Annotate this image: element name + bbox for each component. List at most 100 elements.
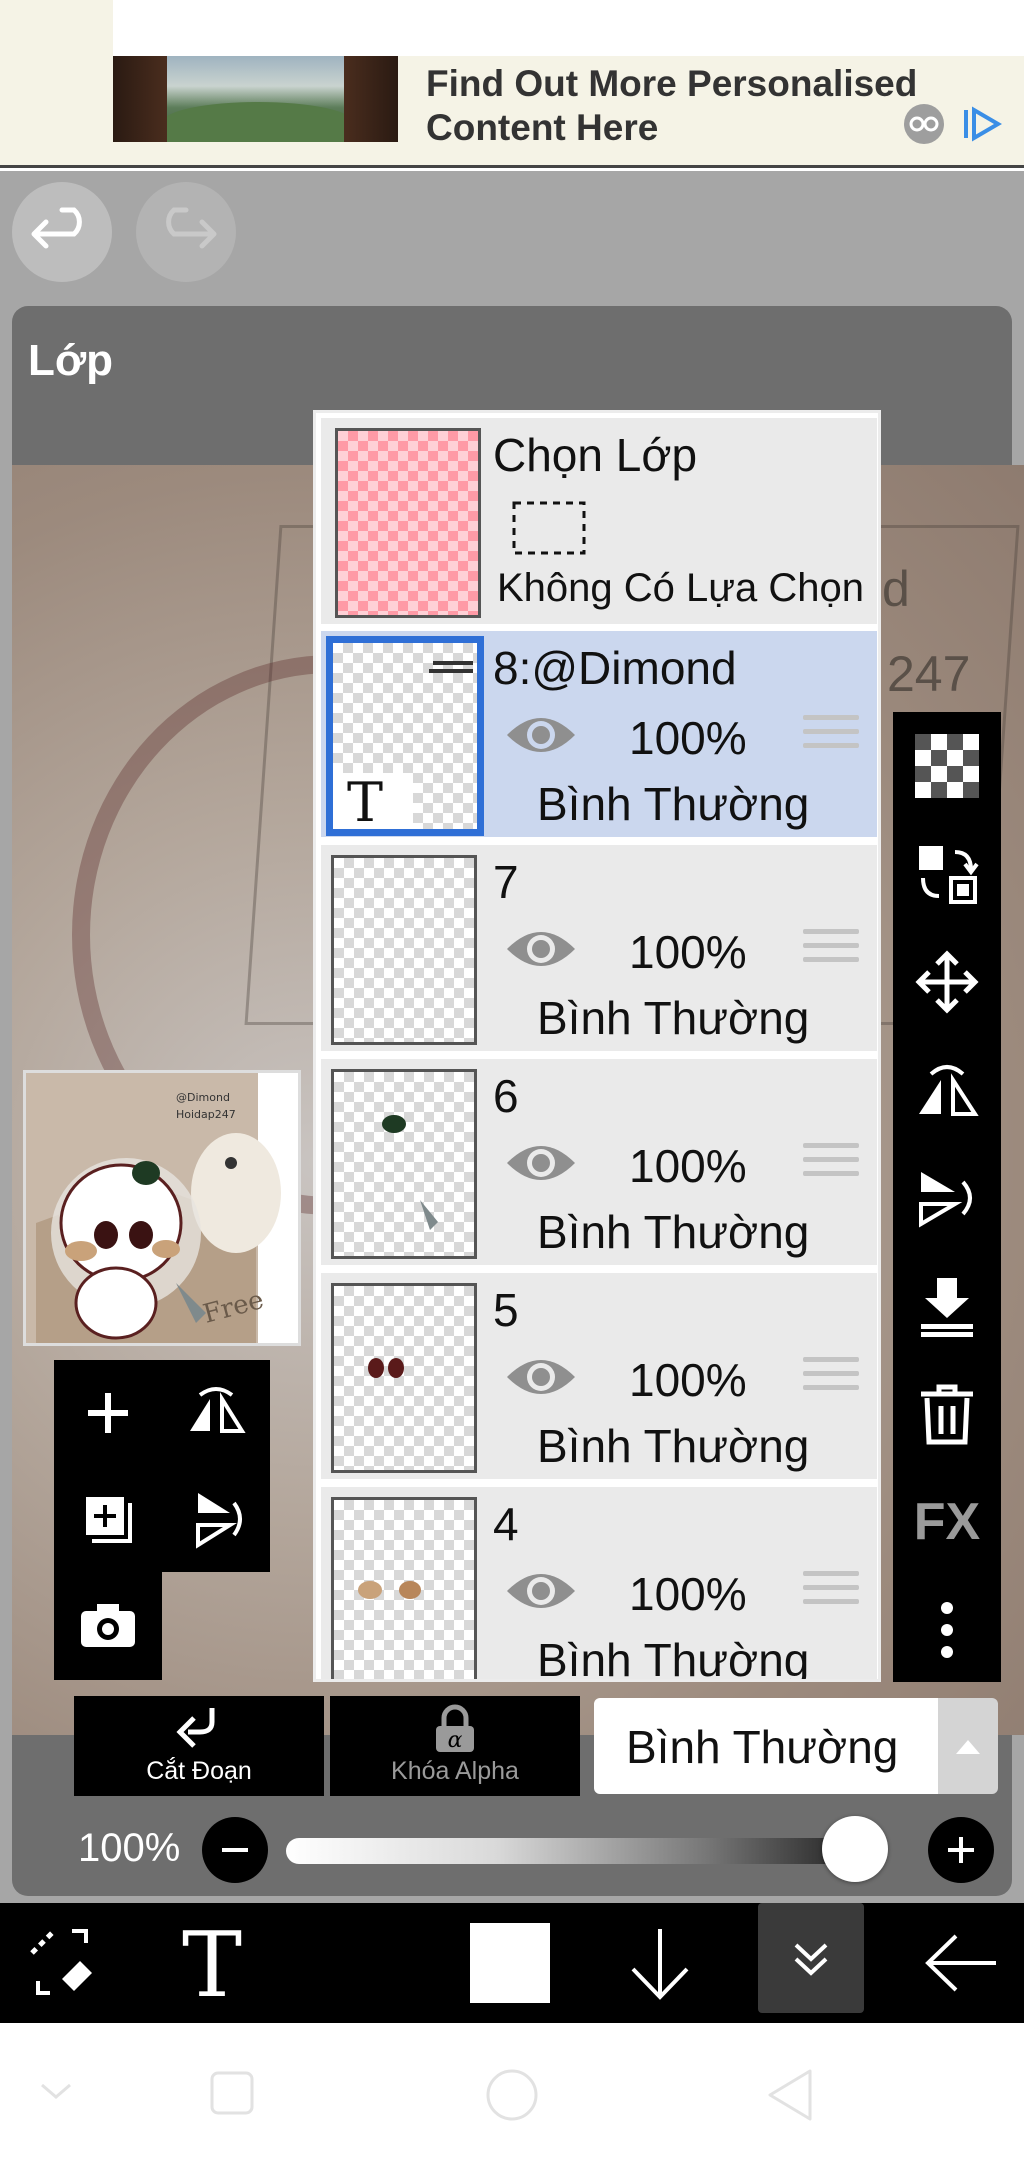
- layer-row[interactable]: 5 100% Bình Thường: [321, 1273, 877, 1483]
- layer-opacity: 100%: [629, 712, 747, 764]
- opacity-increase-button[interactable]: [928, 1817, 994, 1883]
- selection-subtitle: Không Có Lựa Chọn: [497, 566, 865, 610]
- layer-name: 7: [493, 856, 519, 908]
- select-tool-button[interactable]: [0, 1903, 124, 2023]
- ad-banner[interactable]: Find Out More Personalised Content Here: [0, 0, 1024, 168]
- keyboard-hide-icon[interactable]: [38, 2079, 74, 2103]
- ad-choices-icon[interactable]: [898, 102, 1008, 146]
- flip-horizontal-icon: [919, 1065, 979, 1116]
- blend-mode-dropdown-button[interactable]: [938, 1698, 998, 1794]
- home-icon[interactable]: [484, 2067, 540, 2123]
- ad-headline[interactable]: Find Out More Personalised Content Here: [426, 62, 946, 150]
- selection-thumbnail: [335, 428, 481, 618]
- selection-tool-icon: [30, 1929, 92, 1995]
- layers-list[interactable]: Chọn Lớp Không Có Lựa Chọn T 8:@Dimond 1…: [313, 410, 881, 1682]
- color-swatch-button[interactable]: [450, 1903, 570, 2023]
- arrow-left-icon: [925, 1934, 996, 1992]
- drag-handle-icon[interactable]: [803, 929, 859, 969]
- duplicate-icon: [86, 1497, 132, 1543]
- back-triangle-icon[interactable]: [764, 2067, 816, 2123]
- plus-icon: [88, 1393, 128, 1433]
- layer-thumbnail: [331, 1497, 477, 1679]
- visibility-eye-icon[interactable]: [503, 1565, 579, 1617]
- drag-handle-icon[interactable]: [803, 1357, 859, 1397]
- camera-button[interactable]: [54, 1572, 162, 1680]
- flip-horizontal-right-button[interactable]: [893, 1036, 1001, 1144]
- layer-thumbnail: T: [326, 636, 484, 836]
- bottom-toolbar: T: [0, 1903, 1024, 2023]
- redo-icon: [166, 207, 217, 249]
- move-button[interactable]: [893, 928, 1001, 1036]
- canvas-thumbnail[interactable]: @Dimond Hoidap247 Free: [23, 1070, 301, 1346]
- opacity-label: 100%: [78, 1826, 181, 1870]
- swap-icon: [919, 846, 979, 904]
- visibility-eye-icon[interactable]: [503, 923, 579, 975]
- opacity-slider-handle[interactable]: [822, 1816, 888, 1882]
- recents-icon[interactable]: [208, 2069, 256, 2117]
- drag-handle-icon[interactable]: [803, 1143, 859, 1183]
- merge-down-icon: [921, 1278, 973, 1337]
- layer-row[interactable]: T 8:@Dimond 100% Bình Thường: [321, 631, 877, 841]
- delete-layer-button[interactable]: [893, 1360, 1001, 1468]
- drag-handle-icon[interactable]: [803, 1571, 859, 1611]
- visibility-eye-icon[interactable]: [503, 1137, 579, 1189]
- swap-layer-button[interactable]: [893, 820, 1001, 928]
- flip-vertical-icon: [196, 1493, 242, 1549]
- layer-row[interactable]: 6 100% Bình Thường: [321, 1059, 877, 1269]
- flip-horizontal-icon: [190, 1387, 246, 1433]
- visibility-eye-icon[interactable]: [503, 709, 579, 761]
- clipping-label: Cắt Đoạn: [146, 1757, 252, 1785]
- flip-horizontal-button[interactable]: [162, 1360, 270, 1466]
- clipping-arrow-icon: [176, 1708, 215, 1748]
- add-layer-button[interactable]: [54, 1360, 162, 1466]
- layer-opacity: 100%: [629, 1140, 747, 1192]
- layer-thumbnail: [331, 1069, 477, 1259]
- undo-button[interactable]: [12, 182, 112, 282]
- svg-text:Hoidap247: Hoidap247: [176, 1108, 236, 1121]
- blend-mode-select[interactable]: Bình Thường: [594, 1698, 938, 1794]
- transparency-button[interactable]: [893, 712, 1001, 820]
- fx-button[interactable]: FX: [893, 1468, 1001, 1576]
- layers-toggle-button[interactable]: [758, 1903, 864, 2013]
- layer-blend-mode: Bình Thường: [537, 1420, 810, 1472]
- more-options-button[interactable]: [893, 1576, 1001, 1684]
- layer-opacity: 100%: [629, 926, 747, 978]
- merge-down-button[interactable]: [893, 1252, 1001, 1360]
- download-button[interactable]: [600, 1903, 720, 2023]
- layer-thumbnail: [331, 1283, 477, 1473]
- thumbnail-image: @Dimond Hoidap247 Free: [26, 1073, 298, 1343]
- text-tool-button[interactable]: T: [150, 1903, 274, 2023]
- drag-handle-icon[interactable]: [803, 715, 859, 755]
- camera-icon: [81, 1604, 135, 1647]
- blend-mode-value: Bình Thường: [626, 1721, 899, 1773]
- svg-text:T: T: [182, 1918, 242, 2008]
- ad-image[interactable]: [113, 56, 398, 142]
- duplicate-layer-button[interactable]: [54, 1466, 162, 1572]
- more-vertical-icon: [941, 1602, 953, 1658]
- layer-row[interactable]: 4 100% Bình Thường: [321, 1487, 877, 1679]
- visibility-eye-icon[interactable]: [503, 1351, 579, 1403]
- redo-button[interactable]: [136, 182, 236, 282]
- flip-vertical-right-button[interactable]: [893, 1144, 1001, 1252]
- layer-opacity: 100%: [629, 1568, 747, 1620]
- opacity-slider[interactable]: [286, 1838, 886, 1864]
- ad-headline-line1: Find Out More Personalised: [426, 63, 918, 104]
- text-layer-icon: T: [347, 771, 383, 829]
- opacity-decrease-button[interactable]: [202, 1817, 268, 1883]
- ad-top-strip: [113, 0, 1024, 56]
- alpha-lock-label: Khóa Alpha: [391, 1757, 519, 1785]
- flip-vertical-icon: [919, 1172, 972, 1228]
- ad-headline-line2: Content Here: [426, 107, 659, 148]
- canvas-text-partial: 247: [887, 646, 971, 702]
- minus-icon: [222, 1848, 248, 1852]
- canvas-text-partial: d: [882, 561, 910, 617]
- clipping-button[interactable]: Cắt Đoạn: [74, 1696, 324, 1796]
- layer-row[interactable]: 7 100% Bình Thường: [321, 845, 877, 1055]
- layer-name: 5: [493, 1284, 519, 1336]
- selection-layer-row[interactable]: Chọn Lớp Không Có Lựa Chọn: [321, 418, 877, 628]
- flip-vertical-button[interactable]: [162, 1466, 270, 1572]
- layer-name: 4: [493, 1498, 519, 1550]
- selection-marquee-icon: [512, 501, 586, 555]
- back-button[interactable]: [900, 1903, 1024, 2023]
- alpha-lock-button[interactable]: α Khóa Alpha: [330, 1696, 580, 1796]
